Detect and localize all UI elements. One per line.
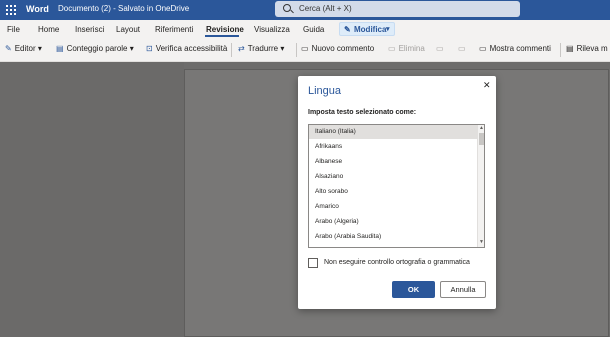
word-count-label: Conteggio parole (66, 44, 128, 53)
no-spellcheck-checkbox[interactable] (308, 258, 318, 268)
chevron-down-icon: ▾ (386, 26, 390, 33)
document-margin (0, 62, 184, 337)
track-changes-button[interactable]: ▤ Rileva m (566, 44, 608, 53)
new-comment-button[interactable]: ▭ Nuovo commento (301, 44, 374, 53)
language-option[interactable]: Arabo (Arabia Saudita) (309, 230, 477, 244)
language-option[interactable]: Amarico (309, 200, 477, 214)
dialog-title: Lingua (308, 85, 342, 97)
next-comment-icon: ▭ (458, 44, 466, 53)
title-bar: Word Documento (2) - Salvato in OneDrive… (0, 0, 610, 20)
editor-button[interactable]: ✎ Editor ▾ (5, 44, 42, 53)
menu-guida[interactable]: Guida (303, 25, 324, 34)
show-comments-icon: ▭ (479, 44, 487, 53)
list-scrollbar[interactable]: ▲ ▼ (477, 125, 484, 247)
pencil-icon: ✎ (344, 25, 351, 34)
app-launcher-icon[interactable] (6, 5, 16, 15)
delete-comment-label: Elimina (398, 44, 425, 53)
translate-icon: ⇄ (238, 44, 245, 53)
accessibility-icon: ⊡ (146, 44, 153, 53)
comment-icon: ▭ (301, 44, 309, 53)
translate-label: Tradurre (247, 44, 279, 53)
delete-comment-button[interactable]: ▭ Elimina (388, 44, 425, 53)
close-icon[interactable]: ✕ (483, 80, 491, 91)
document-status[interactable]: Documento (2) - Salvato in OneDrive (58, 4, 189, 13)
menu-revisione[interactable]: Revisione (206, 25, 244, 34)
previous-comment-icon: ▭ (436, 44, 444, 53)
editing-mode-button[interactable]: ✎ Modifica ▾ (339, 22, 395, 36)
active-tab-indicator (205, 35, 239, 37)
menu-home[interactable]: Home (38, 25, 59, 34)
toolbar-divider (296, 43, 297, 57)
show-comments-button[interactable]: ▭ Mostra commenti (479, 44, 551, 53)
track-changes-label: Rileva m (576, 44, 608, 53)
scroll-down-icon[interactable]: ▼ (479, 239, 484, 245)
accessibility-check-button[interactable]: ⊡ Verifica accessibilità (146, 44, 227, 53)
previous-comment-button[interactable]: ▭ (436, 44, 447, 53)
accessibility-label: Verifica accessibilità (155, 44, 228, 53)
ok-button[interactable]: OK (392, 281, 435, 298)
app-name[interactable]: Word (26, 4, 49, 14)
next-comment-button[interactable]: ▭ (458, 44, 469, 53)
language-dialog: Lingua ✕ Imposta testo selezionato come:… (298, 76, 496, 309)
word-count-icon: ▤ (56, 44, 64, 53)
search-icon (283, 4, 291, 12)
search-input[interactable]: Cerca (Alt + X) (299, 4, 352, 13)
scroll-thumb[interactable] (479, 133, 484, 145)
menu-layout[interactable]: Layout (116, 25, 140, 34)
language-label: Imposta testo selezionato come: (308, 109, 417, 116)
editor-icon: ✎ (5, 44, 12, 53)
language-option[interactable]: Alsaziano (309, 170, 477, 184)
language-option[interactable]: Albanese (309, 155, 477, 169)
menu-file[interactable]: File (7, 25, 20, 34)
toolbar-divider (231, 43, 232, 57)
language-option[interactable]: Alto sorabo (309, 185, 477, 199)
language-list[interactable]: Italiano (Italia) Afrikaans Albanese Als… (308, 124, 485, 248)
translate-button[interactable]: ⇄ Tradurre ▾ (238, 44, 284, 53)
track-changes-icon: ▤ (566, 44, 574, 53)
search-box[interactable]: Cerca (Alt + X) (275, 1, 520, 17)
word-count-button[interactable]: ▤ Conteggio parole ▾ (56, 44, 134, 53)
delete-comment-icon: ▭ (388, 44, 396, 53)
cancel-button[interactable]: Annulla (440, 281, 486, 298)
ribbon-toolbar: ✎ Editor ▾ ▤ Conteggio parole ▾ ⊡ Verifica … (0, 38, 610, 62)
menu-visualizza[interactable]: Visualizza (254, 25, 290, 34)
editor-label: Editor (14, 44, 36, 53)
menu-bar: File Home Inserisci Layout Riferimenti R… (0, 20, 610, 38)
show-comments-label: Mostra commenti (489, 44, 551, 53)
no-spellcheck-label: Non eseguire controllo ortografia o gram… (324, 259, 470, 266)
toolbar-divider (560, 43, 561, 57)
language-option[interactable]: Arabo (Algeria) (309, 215, 477, 229)
menu-inserisci[interactable]: Inserisci (75, 25, 104, 34)
editing-mode-label: Modifica (354, 25, 387, 34)
new-comment-label: Nuovo commento (311, 44, 375, 53)
language-option[interactable]: Italiano (Italia) (309, 125, 477, 139)
language-option[interactable]: Afrikaans (309, 140, 477, 154)
scroll-up-icon[interactable]: ▲ (479, 125, 484, 131)
menu-riferimenti[interactable]: Riferimenti (155, 25, 193, 34)
